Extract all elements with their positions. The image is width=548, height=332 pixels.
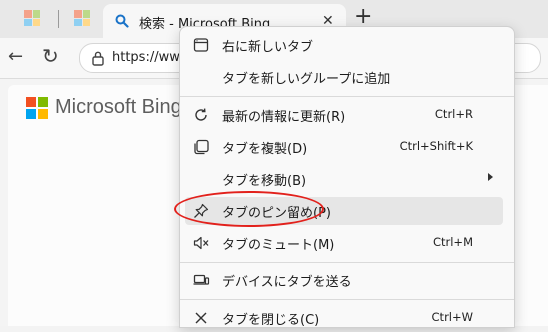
microsoft-logo-icon bbox=[26, 97, 48, 119]
menu-item-shortcut: Ctrl+M bbox=[432, 235, 473, 249]
menu-item-move-tab[interactable]: タブを移動(B) bbox=[180, 165, 514, 193]
menu-item-label: タブを新しいグループに追加 bbox=[222, 72, 391, 87]
menu-item-send-to-devices[interactable]: デバイスにタブを送る bbox=[180, 266, 514, 294]
menu-item-add-to-group[interactable]: タブを新しいグループに追加 bbox=[180, 63, 514, 91]
back-arrow-icon[interactable]: ← bbox=[8, 46, 23, 67]
menu-item-label: 最新の情報に更新(R) bbox=[222, 110, 346, 125]
mute-speaker-icon bbox=[193, 236, 209, 250]
search-icon bbox=[115, 14, 129, 28]
menu-item-refresh[interactable]: 最新の情報に更新(R) Ctrl+R bbox=[180, 101, 514, 129]
highlight-annotation-oval bbox=[174, 191, 324, 227]
refresh-icon bbox=[195, 108, 207, 121]
tab-actions-icon[interactable] bbox=[74, 10, 90, 26]
menu-item-new-tab-right[interactable]: 右に新しいタブ bbox=[180, 31, 514, 59]
lock-icon[interactable] bbox=[91, 50, 105, 66]
menu-item-label: 右に新しいタブ bbox=[222, 40, 314, 55]
devices-icon bbox=[193, 274, 210, 285]
menu-item-mute-tab[interactable]: タブのミュート(M) Ctrl+M bbox=[180, 229, 514, 257]
menu-item-duplicate[interactable]: タブを複製(D) Ctrl+Shift+K bbox=[180, 133, 514, 161]
submenu-arrow-icon bbox=[488, 173, 493, 181]
menu-separator bbox=[180, 262, 514, 263]
workspaces-icon[interactable] bbox=[24, 10, 40, 26]
menu-item-label: デバイスにタブを送る bbox=[222, 275, 352, 290]
refresh-icon[interactable]: ↻ bbox=[42, 44, 59, 68]
menu-separator bbox=[180, 299, 514, 300]
menu-item-label: タブを閉じる(C) bbox=[222, 313, 320, 328]
menu-item-label: タブを移動(B) bbox=[222, 174, 307, 189]
close-icon bbox=[195, 312, 207, 324]
new-tab-plus-icon[interactable]: + bbox=[354, 6, 372, 28]
menu-item-label: タブを複製(D) bbox=[222, 142, 308, 157]
menu-separator bbox=[180, 96, 514, 97]
new-tab-icon bbox=[193, 38, 209, 52]
tab-context-menu: 右に新しいタブ タブを新しいグループに追加 最新の情報に更新(R) Ctrl+R… bbox=[179, 26, 515, 328]
menu-item-label: タブのミュート(M) bbox=[222, 238, 335, 253]
menu-item-shortcut: Ctrl+Shift+K bbox=[399, 139, 473, 153]
tab-strip-divider bbox=[58, 10, 59, 28]
menu-item-shortcut: Ctrl+R bbox=[434, 107, 473, 121]
menu-item-shortcut: Ctrl+W bbox=[431, 310, 473, 324]
duplicate-icon bbox=[194, 139, 209, 155]
menu-item-close-tab[interactable]: タブを閉じる(C) Ctrl+W bbox=[180, 304, 514, 332]
bing-logo-text[interactable]: Microsoft Bing bbox=[55, 96, 182, 119]
